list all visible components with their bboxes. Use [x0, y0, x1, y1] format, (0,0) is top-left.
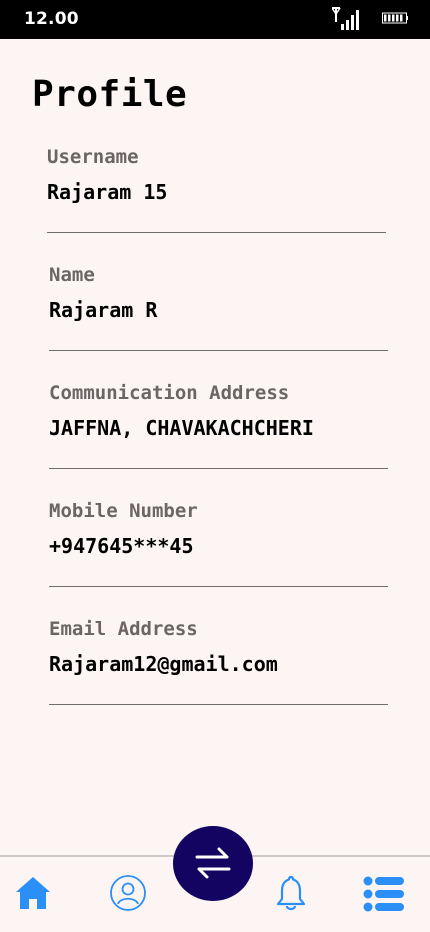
field-value[interactable]: Rajaram12@gmail.com: [49, 652, 278, 676]
field-value[interactable]: Rajaram R: [49, 298, 157, 322]
tab-home[interactable]: [13, 873, 53, 913]
bell-icon: [276, 875, 306, 911]
field-username: Username Rajaram 15: [47, 146, 387, 264]
swap-fab-button[interactable]: [173, 826, 253, 901]
field-name: Name Rajaram R: [49, 264, 389, 382]
field-value[interactable]: JAFFNA, CHAVAKACHCHERI: [49, 416, 314, 440]
divider: [49, 350, 388, 351]
home-icon: [16, 877, 50, 909]
page-title: Profile: [32, 74, 188, 115]
field-label: Mobile Number: [49, 500, 198, 522]
field-label: Name: [49, 264, 95, 286]
field-email-address: Email Address Rajaram12@gmail.com: [49, 618, 389, 736]
tab-profile[interactable]: [108, 873, 148, 913]
battery-icon: [382, 12, 408, 24]
tab-menu[interactable]: [362, 873, 404, 913]
divider: [47, 232, 386, 233]
status-time: 12.00: [24, 9, 79, 29]
field-label: Username: [47, 146, 139, 168]
divider: [49, 586, 388, 587]
field-value[interactable]: Rajaram 15: [47, 180, 167, 204]
divider: [49, 704, 388, 705]
field-communication-address: Communication Address JAFFNA, CHAVAKACHC…: [49, 382, 389, 500]
status-bar: 12.00: [0, 0, 430, 39]
field-mobile-number: Mobile Number +947645***45: [49, 500, 389, 618]
tab-notifications[interactable]: [271, 873, 311, 913]
divider: [49, 468, 388, 469]
field-label: Email Address: [49, 618, 198, 640]
field-value[interactable]: +947645***45: [49, 534, 194, 558]
signal-icon: [332, 7, 359, 30]
swap-icon: [195, 847, 231, 879]
field-label: Communication Address: [49, 382, 290, 404]
list-icon: [363, 876, 404, 912]
user-icon: [110, 875, 146, 911]
